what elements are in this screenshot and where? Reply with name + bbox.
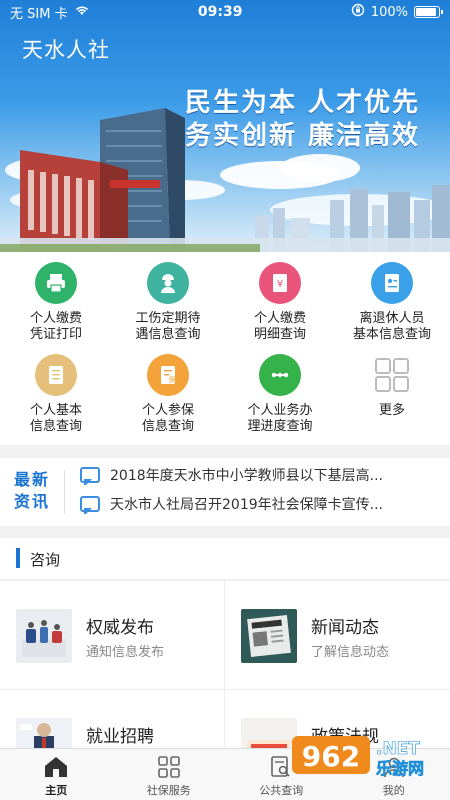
news-tag-line1: 最新 bbox=[14, 470, 51, 489]
tab-label: 社保服务 bbox=[146, 784, 191, 797]
service-label: 个人业务办 理进度查询 bbox=[247, 403, 313, 434]
service-item-retiree-info[interactable]: 离退休人员 基本信息查询 bbox=[336, 262, 448, 343]
news-divider bbox=[64, 470, 65, 514]
bill-icon: ¥ bbox=[259, 262, 301, 304]
card-title: 就业招聘 bbox=[86, 727, 154, 747]
news-item-text: 2018年度天水市中小学教师县以下基层高... bbox=[110, 468, 383, 484]
card-title: 权威发布 bbox=[86, 618, 154, 638]
card-news-updates[interactable]: 新闻动态 了解信息动态 bbox=[225, 581, 449, 689]
service-label: 个人缴费 明细查询 bbox=[253, 311, 306, 342]
grid-icon bbox=[156, 754, 182, 780]
svg-text:.NET: .NET bbox=[376, 739, 420, 759]
service-item-more[interactable]: 更多 bbox=[336, 354, 448, 419]
news-ticker: 最新 资讯 2018年度天水市中小学教师县以下基层高... 天水市人社局召开20… bbox=[0, 458, 450, 526]
printer-icon bbox=[35, 262, 77, 304]
news-item[interactable]: 天水市人社局召开2019年社会保障卡宣传... bbox=[80, 494, 440, 514]
news-item-text: 天水市人社局召开2019年社会保障卡宣传... bbox=[110, 497, 383, 513]
banner-slogan-line2: 务实创新 廉洁高效 bbox=[184, 121, 420, 151]
service-grid: 个人缴费 凭证打印 工伤定期待 遇信息查询 ¥ 个人缴费 明细查询 离退休人员 基本信息… bbox=[0, 252, 450, 445]
progress-icon bbox=[259, 354, 301, 396]
home-icon bbox=[43, 754, 69, 780]
hero-banner[interactable]: 天水人社 民生为本 人才优先 务实创新 廉洁高效 bbox=[0, 0, 450, 252]
tab-label: 我的 bbox=[382, 784, 405, 797]
message-icon bbox=[80, 467, 100, 485]
worker-icon bbox=[147, 262, 189, 304]
news-tag: 最新 资讯 bbox=[14, 469, 58, 513]
battery-level bbox=[415, 8, 436, 16]
tab-home[interactable]: 主页 bbox=[0, 749, 113, 800]
banner-slogan-line1: 民生为本 人才优先 bbox=[184, 88, 420, 118]
insurance-doc-icon: 保 bbox=[147, 354, 189, 396]
tab-label: 主页 bbox=[45, 784, 68, 797]
search-doc-icon bbox=[268, 754, 294, 780]
message-icon bbox=[80, 496, 100, 514]
card-subtitle: 通知信息发布 bbox=[86, 645, 165, 660]
service-item-business-progress[interactable]: 个人业务办 理进度查询 bbox=[224, 354, 336, 435]
section-title: 咨询 bbox=[30, 551, 61, 569]
svg-text:保: 保 bbox=[169, 375, 176, 384]
app-screen: 天水人社 民生为本 人才优先 务实创新 廉洁高效 无 SIM 卡 09:39 1… bbox=[0, 0, 450, 800]
service-item-injury-benefit[interactable]: 工伤定期待 遇信息查询 bbox=[112, 262, 224, 343]
battery-percent: 100% bbox=[370, 4, 408, 20]
service-label: 个人基本 信息查询 bbox=[29, 403, 82, 434]
tab-label: 公共查询 bbox=[259, 784, 304, 797]
consult-section-header: 咨询 bbox=[0, 538, 450, 580]
battery-icon bbox=[413, 6, 443, 18]
wifi-icon bbox=[74, 4, 90, 20]
carrier-label: 无 SIM 卡 bbox=[10, 6, 68, 22]
site-watermark-logo: 962 .NET 乐游网 bbox=[292, 732, 442, 780]
tab-social-security[interactable]: 社保服务 bbox=[113, 749, 226, 800]
svg-text:乐游网: 乐游网 bbox=[376, 759, 424, 778]
svg-text:962: 962 bbox=[302, 740, 360, 773]
card-subtitle: 了解信息动态 bbox=[311, 645, 390, 660]
service-item-payment-voucher[interactable]: 个人缴费 凭证打印 bbox=[0, 262, 112, 343]
status-time: 09:39 bbox=[197, 4, 243, 20]
service-item-insurance-info[interactable]: 保 个人参保 信息查询 bbox=[112, 354, 224, 435]
news-item[interactable]: 2018年度天水市中小学教师县以下基层高... bbox=[80, 465, 440, 485]
rotation-lock-icon bbox=[351, 3, 365, 21]
news-tag-line2: 资讯 bbox=[14, 492, 51, 511]
service-label: 个人参保 信息查询 bbox=[141, 403, 194, 434]
service-label: 个人缴费 凭证打印 bbox=[29, 311, 82, 342]
section-accent-bar bbox=[16, 548, 20, 568]
service-item-payment-detail[interactable]: ¥ 个人缴费 明细查询 bbox=[224, 262, 336, 343]
profile-card-icon bbox=[35, 354, 77, 396]
card-title: 新闻动态 bbox=[311, 618, 379, 638]
service-item-basic-info[interactable]: 个人基本 信息查询 bbox=[0, 354, 112, 435]
service-label: 离退休人员 基本信息查询 bbox=[352, 311, 431, 342]
status-bar: 无 SIM 卡 09:39 100% bbox=[0, 0, 450, 24]
more-grid-icon bbox=[371, 354, 413, 396]
consult-cards: 权威发布 通知信息发布 新闻动态 了解信息动态 就业招聘 政策法规 bbox=[0, 581, 450, 772]
svg-text:¥: ¥ bbox=[277, 279, 283, 290]
app-title: 天水人社 bbox=[22, 38, 110, 62]
service-label: 更多 bbox=[378, 403, 405, 418]
newspaper-thumbnail bbox=[241, 609, 297, 663]
press-conference-thumbnail bbox=[16, 609, 72, 663]
card-authority-release[interactable]: 权威发布 通知信息发布 bbox=[0, 581, 224, 689]
id-card-icon bbox=[371, 262, 413, 304]
service-label: 工伤定期待 遇信息查询 bbox=[135, 311, 201, 342]
